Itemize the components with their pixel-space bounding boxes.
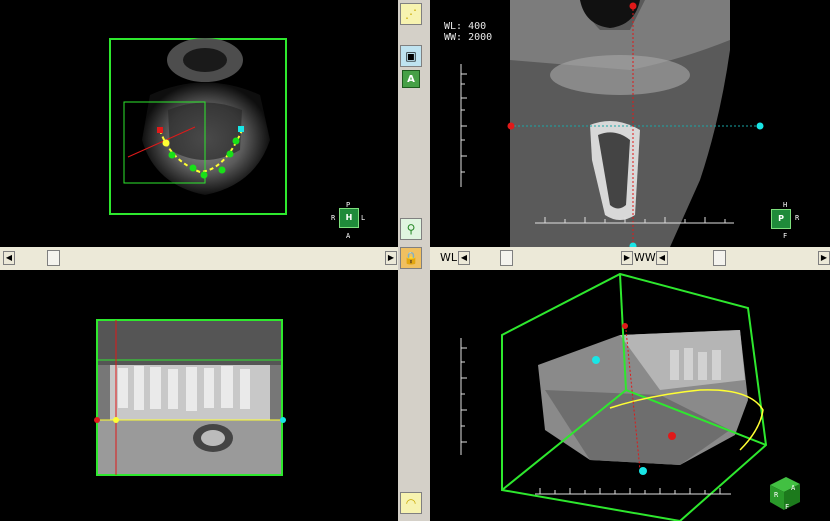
orient-axial-left: R xyxy=(331,214,336,222)
middle-toolbar: ⋰ ▣ A ⚲ 🔒 ◠ xyxy=(398,0,430,521)
wl-readout: WL: 400 xyxy=(444,21,487,32)
guide-top-point xyxy=(629,2,637,10)
left-scroll-thumb[interactable] xyxy=(47,250,60,266)
3d-vertical-ruler xyxy=(460,338,467,455)
panoramic-mid-point xyxy=(113,417,119,423)
panoramic-left-point xyxy=(94,417,100,423)
ww-slider-thumb[interactable] xyxy=(713,250,726,266)
3d-point-cyan-top xyxy=(592,356,600,364)
orient-cross-right: R xyxy=(795,214,800,222)
curve-point xyxy=(218,166,226,174)
wl-slider-thumb[interactable] xyxy=(500,250,513,266)
curve-start-point xyxy=(157,127,163,133)
ww-label: WW xyxy=(634,251,656,264)
orient-axial-right: L xyxy=(361,214,366,222)
box-view-icon[interactable]: ▣ xyxy=(400,45,422,67)
curve-point xyxy=(189,164,197,172)
panoramic-canvas[interactable] xyxy=(0,270,398,521)
curve-point xyxy=(200,171,208,179)
axial-view-pane[interactable]: P H R L A xyxy=(0,0,398,247)
curve-point xyxy=(168,151,176,159)
volume-3d-canvas[interactable] xyxy=(430,270,830,521)
orient-axial-bottom: A xyxy=(346,232,351,240)
wl-label: WL xyxy=(440,251,458,264)
volume-3d-view-pane[interactable]: R A F xyxy=(430,270,830,521)
ww-left-arrow[interactable]: ◀ xyxy=(656,251,668,265)
arc-icon[interactable]: ◠ xyxy=(400,492,422,514)
orient-cross-box: P xyxy=(771,209,791,229)
wl-right-arrow[interactable]: ▶ xyxy=(621,251,633,265)
panoramic-right-point xyxy=(280,417,286,423)
measure-icon[interactable]: ⚲ xyxy=(400,218,422,240)
orient-axial-box: H xyxy=(339,208,359,228)
orient-cross-bottom: F xyxy=(783,232,788,240)
orient-3d-side: A xyxy=(791,484,796,492)
left-scroll-right-arrow[interactable]: ▶ xyxy=(385,251,397,265)
orient-3d-front: R xyxy=(774,491,779,499)
guide-left-point xyxy=(507,122,515,130)
panoramic-view-pane[interactable] xyxy=(0,270,398,521)
3d-point-red-top xyxy=(622,323,628,329)
cross-section-view-pane[interactable]: WL: 400 WW: 2000 H P R F xyxy=(430,0,830,247)
ww-readout: WW: 2000 xyxy=(444,32,493,43)
curve-end-point xyxy=(238,126,244,132)
vertical-ruler xyxy=(460,64,467,187)
ww-right-arrow[interactable]: ▶ xyxy=(818,251,830,265)
curve-point xyxy=(226,150,234,158)
curve-tool-icon[interactable]: ⋰ xyxy=(400,3,422,25)
left-scroll-arrow[interactable]: ◀ xyxy=(3,251,15,265)
3d-point-red xyxy=(668,432,676,440)
3d-point-cyan-bottom xyxy=(639,467,647,475)
small-A-icon[interactable]: A xyxy=(402,70,420,88)
curve-point xyxy=(232,137,240,145)
wl-left-arrow[interactable]: ◀ xyxy=(458,251,470,265)
guide-right-point xyxy=(756,122,764,130)
3d-horizontal-ruler xyxy=(535,488,731,495)
curve-point xyxy=(162,139,170,147)
lock-icon[interactable]: 🔒 xyxy=(400,247,422,269)
orient-3d-bottom: F xyxy=(785,503,790,511)
orient-cross-top: H xyxy=(783,201,788,209)
